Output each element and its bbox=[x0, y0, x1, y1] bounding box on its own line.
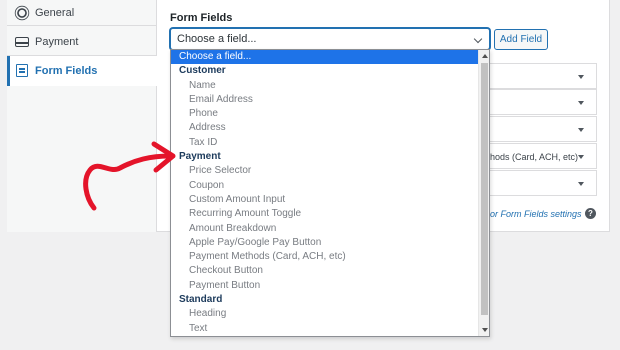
field-row[interactable] bbox=[490, 170, 597, 196]
sidebar-item-payment[interactable]: Payment bbox=[7, 28, 157, 56]
form-fields-settings-link[interactable]: or Form Fields settings bbox=[490, 209, 582, 219]
dropdown-option[interactable]: Checkout Button bbox=[171, 264, 479, 278]
dropdown-option[interactable]: Address bbox=[171, 121, 479, 135]
sidebar-item-label: General bbox=[35, 6, 75, 19]
sidebar-item-label: Form Fields bbox=[35, 65, 98, 77]
dropdown-option[interactable]: Choose a field... bbox=[171, 50, 479, 65]
dropdown-option[interactable]: Payment Methods (Card, ACH, etc) bbox=[171, 250, 479, 264]
dropdown-group-label: Customer bbox=[179, 65, 226, 77]
form-icon bbox=[15, 64, 29, 78]
gear-icon bbox=[15, 6, 29, 20]
field-row[interactable] bbox=[490, 116, 597, 142]
sidebar-item-label: Payment bbox=[35, 35, 79, 48]
scroll-up-icon[interactable] bbox=[482, 54, 488, 58]
help-icon[interactable]: ? bbox=[585, 208, 596, 219]
expand-toggle-icon[interactable] bbox=[578, 182, 584, 186]
chevron-down-icon bbox=[473, 34, 483, 44]
field-row[interactable]: hods (Card, ACH, etc) bbox=[490, 143, 597, 169]
expand-toggle-icon[interactable] bbox=[578, 101, 584, 105]
field-row[interactable] bbox=[490, 63, 597, 89]
expand-toggle-icon[interactable] bbox=[578, 75, 584, 79]
dropdown-option[interactable]: Price Selector bbox=[171, 164, 479, 178]
dropdown-option[interactable]: Name bbox=[171, 79, 479, 93]
scroll-down-icon[interactable] bbox=[482, 328, 488, 332]
dropdown-option[interactable]: Custom Amount Input bbox=[171, 193, 479, 207]
dropdown-option[interactable]: Amount Breakdown bbox=[171, 222, 479, 236]
expand-toggle-icon[interactable] bbox=[578, 128, 584, 132]
sidebar-item-general[interactable]: General bbox=[7, 0, 157, 26]
credit-card-icon bbox=[15, 35, 29, 49]
dropdown-option[interactable]: Text bbox=[171, 322, 479, 336]
field-type-dropdown: Choose a field... Customer Name Email Addre… bbox=[170, 49, 490, 337]
field-row-label: hods (Card, ACH, etc) bbox=[490, 152, 579, 162]
sidebar-item-form-fields[interactable]: Form Fields bbox=[7, 56, 158, 86]
field-row[interactable] bbox=[490, 89, 597, 115]
dropdown-option[interactable]: Phone bbox=[171, 107, 479, 121]
select-value: Choose a field... bbox=[177, 33, 257, 45]
dropdown-option[interactable]: Payment Button bbox=[171, 279, 479, 293]
red-annotation-arrow-icon bbox=[83, 141, 176, 211]
dropdown-option[interactable]: Coupon bbox=[171, 179, 479, 193]
add-field-button[interactable]: Add Field bbox=[494, 29, 548, 50]
dropdown-option[interactable]: Heading bbox=[171, 307, 479, 321]
dropdown-option[interactable]: Tax ID bbox=[171, 136, 479, 150]
expand-toggle-icon[interactable] bbox=[578, 155, 584, 159]
dropdown-group-label: Payment bbox=[179, 151, 221, 163]
scrollbar-thumb[interactable] bbox=[481, 63, 488, 315]
dropdown-options: Choose a field... Customer Name Email Addre… bbox=[171, 50, 479, 336]
section-title: Form Fields bbox=[170, 12, 233, 24]
dropdown-scrollbar[interactable] bbox=[478, 50, 489, 336]
field-type-select[interactable]: Choose a field... bbox=[170, 28, 490, 50]
dropdown-option[interactable]: Recurring Amount Toggle bbox=[171, 207, 479, 221]
dropdown-option[interactable]: Apple Pay/Google Pay Button bbox=[171, 236, 479, 250]
dropdown-option[interactable]: Email Address bbox=[171, 93, 479, 107]
dropdown-group-label: Standard bbox=[179, 294, 223, 306]
